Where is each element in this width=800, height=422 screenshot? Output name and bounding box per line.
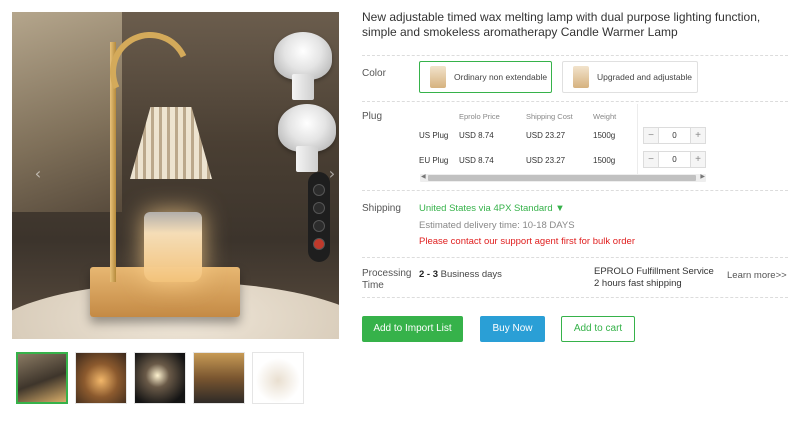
thumbnail-2[interactable] (75, 352, 127, 404)
table-separator (637, 104, 638, 176)
thumbnail-1[interactable] (16, 352, 68, 404)
timer-remote (308, 172, 330, 262)
processing-label-line1: Processing (362, 268, 412, 279)
plug-label: Plug (362, 111, 383, 122)
thumbnail-strip (16, 352, 304, 404)
thumbnail-3[interactable] (134, 352, 186, 404)
add-to-import-list-button[interactable]: Add to Import List (362, 316, 463, 342)
bulb-neck-top (292, 74, 314, 100)
buy-now-button[interactable]: Buy Now (480, 316, 545, 342)
processing-time-value: 2 - 3 Business days (419, 269, 502, 280)
plug-weight: 1500g (593, 156, 616, 165)
horizontal-scrollbar[interactable]: ◀ ▶ (420, 174, 706, 182)
candle-jar (144, 212, 202, 282)
gallery-next-arrow-icon[interactable]: › (322, 164, 339, 183)
processing-range: 2 - 3 (419, 269, 439, 280)
color-option-upgraded[interactable]: Upgraded and adjustable (562, 61, 698, 93)
shipping-method-dropdown[interactable]: United States via 4PX Standard ▼ (419, 203, 565, 214)
quantity-value[interactable]: 0 (658, 152, 691, 167)
color-label: Color (362, 68, 386, 79)
divider (362, 257, 788, 258)
bulb-neck-bottom (296, 146, 318, 172)
plus-icon[interactable]: + (691, 128, 705, 143)
learn-more-link[interactable]: Learn more>> (727, 270, 787, 281)
divider (362, 297, 788, 298)
divider (362, 190, 788, 191)
thumbnail-5[interactable] (252, 352, 304, 404)
scroll-left-icon[interactable]: ◀ (421, 173, 426, 180)
column-header-shipping: Shipping Cost (526, 112, 573, 121)
fulfillment-speed: 2 hours fast shipping (594, 278, 682, 289)
plus-icon[interactable]: + (691, 152, 705, 167)
main-product-image[interactable]: ‹ › (12, 12, 339, 339)
processing-unit: Business days (438, 269, 502, 280)
plug-weight: 1500g (593, 131, 616, 140)
scroll-right-icon[interactable]: ▶ (700, 173, 705, 180)
delivery-estimate: Estimated delivery time: 10-18 DAYS (419, 220, 575, 231)
divider (362, 101, 788, 102)
color-option-label: Upgraded and adjustable (597, 72, 692, 82)
quantity-stepper-us[interactable]: − 0 + (643, 127, 706, 144)
column-header-weight: Weight (593, 112, 617, 121)
plug-price: USD 8.74 (459, 131, 494, 140)
product-title: New adjustable timed wax melting lamp wi… (362, 10, 761, 39)
minus-icon[interactable]: − (644, 152, 658, 167)
divider (362, 55, 788, 56)
minus-icon[interactable]: − (644, 128, 658, 143)
plug-name: EU Plug (419, 156, 449, 165)
gallery-prev-arrow-icon[interactable]: ‹ (28, 164, 48, 183)
fulfillment-info: EPROLO Fulfillment Service 2 hours fast … (594, 266, 714, 290)
scrollbar-thumb[interactable] (428, 175, 696, 181)
bulb-image-bottom (278, 104, 336, 152)
color-swatch (573, 66, 589, 88)
plug-name: US Plug (419, 131, 449, 140)
lamp-shade (130, 107, 212, 179)
fulfillment-service: EPROLO Fulfillment Service (594, 266, 714, 277)
processing-label-line2: Time (362, 280, 384, 291)
column-header-price: Eprolo Price (459, 112, 500, 121)
add-to-cart-button[interactable]: Add to cart (561, 316, 635, 342)
color-option-label: Ordinary non extendable (454, 72, 548, 82)
shipping-label: Shipping (362, 203, 401, 214)
plug-shipping: USD 23.27 (526, 156, 566, 165)
thumbnail-4[interactable] (193, 352, 245, 404)
bulb-image-top (274, 32, 332, 80)
quantity-value[interactable]: 0 (658, 128, 691, 143)
processing-time-label: Processing Time (362, 268, 411, 292)
quantity-stepper-eu[interactable]: − 0 + (643, 151, 706, 168)
bulk-order-warning: Please contact our support agent first f… (419, 236, 635, 247)
color-option-ordinary[interactable]: Ordinary non extendable (419, 61, 552, 93)
plug-price: USD 8.74 (459, 156, 494, 165)
color-swatch (430, 66, 446, 88)
plug-shipping: USD 23.27 (526, 131, 566, 140)
